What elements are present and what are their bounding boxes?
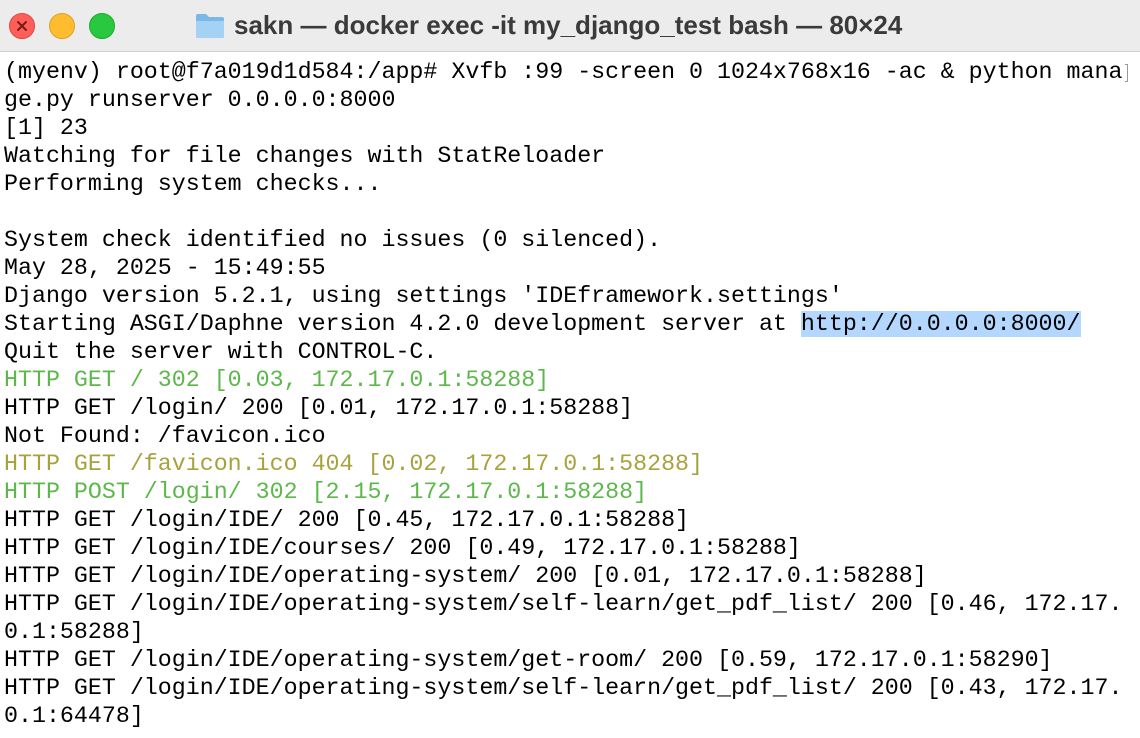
title-bar[interactable]: sakn — docker exec -it my_django_test ba… xyxy=(0,0,1140,52)
zoom-button[interactable] xyxy=(89,13,115,39)
minimize-button[interactable] xyxy=(49,13,75,39)
terminal-line: 0.1:58288] xyxy=(4,619,144,645)
terminal-line: HTTP GET /login/IDE/operating-system/get… xyxy=(4,647,1053,673)
terminal-line: [1] 23 xyxy=(4,115,88,141)
window-title: sakn — docker exec -it my_django_test ba… xyxy=(234,10,903,40)
terminal-line: Starting ASGI/Daphne version 4.2.0 devel… xyxy=(4,311,1081,337)
scroll-position-marker xyxy=(1125,64,1128,82)
terminal-line: May 28, 2025 - 15:49:55 xyxy=(4,255,326,281)
terminal-line: Watching for file changes with StatReloa… xyxy=(4,143,606,169)
terminal-line: HTTP GET /favicon.ico 404 [0.02, 172.17.… xyxy=(4,451,704,477)
terminal-line: HTTP GET /login/IDE/operating-system/ 20… xyxy=(4,563,927,589)
terminal-line: Quit the server with CONTROL-C. xyxy=(4,339,438,365)
server-url-link[interactable]: http://0.0.0.0:8000/ xyxy=(800,311,1081,337)
terminal-line: HTTP GET / 302 [0.03, 172.17.0.1:58288] xyxy=(4,367,550,393)
terminal-output[interactable]: (myenv) root@f7a019d1d584:/app# Xvfb :99… xyxy=(0,58,1140,738)
close-icon xyxy=(17,21,27,31)
terminal-line: HTTP POST /login/ 302 [2.15, 172.17.0.1:… xyxy=(4,479,648,505)
folder-icon xyxy=(196,14,224,38)
terminal-window: sakn — docker exec -it my_django_test ba… xyxy=(0,0,1140,738)
terminal-line: HTTP GET /login/IDE/ 200 [0.45, 172.17.0… xyxy=(4,507,690,533)
terminal-line: HTTP GET /login/IDE/operating-system/sel… xyxy=(4,591,1123,617)
terminal-line: (myenv) root@f7a019d1d584:/app# Xvfb :99… xyxy=(4,59,1123,85)
terminal-line: HTTP GET /login/IDE/operating-system/sel… xyxy=(4,675,1123,701)
terminal-line: 0.1:64478] xyxy=(4,703,144,729)
terminal-line: HTTP GET /login/ 200 [0.01, 172.17.0.1:5… xyxy=(4,395,634,421)
close-button[interactable] xyxy=(9,13,35,39)
terminal-line: Not Found: /favicon.ico xyxy=(4,423,326,449)
terminal-line: Django version 5.2.1, using settings 'ID… xyxy=(4,283,843,309)
terminal-line: System check identified no issues (0 sil… xyxy=(4,227,662,253)
terminal-line: ge.py runserver 0.0.0.0:8000 xyxy=(4,87,396,113)
terminal-line: Performing system checks... xyxy=(4,171,382,197)
terminal-line: HTTP GET /login/IDE/courses/ 200 [0.49, … xyxy=(4,535,801,561)
